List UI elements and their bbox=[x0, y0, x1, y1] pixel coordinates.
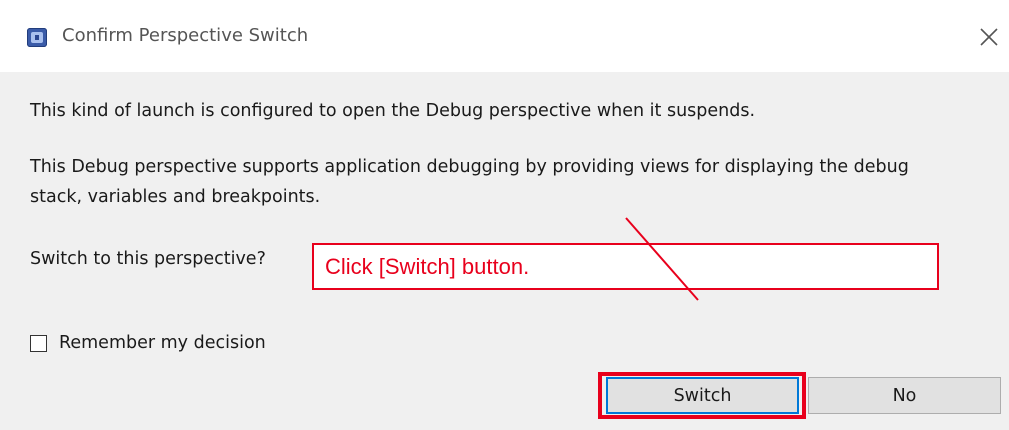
remember-decision-checkbox-row[interactable]: Remember my decision bbox=[30, 328, 266, 358]
instruction-callout: Click [Switch] button. bbox=[312, 243, 939, 290]
eclipse-app-icon bbox=[27, 28, 47, 47]
dialog-content: This kind of launch is configured to ope… bbox=[0, 72, 1009, 430]
dialog-title: Confirm Perspective Switch bbox=[62, 25, 309, 46]
close-button[interactable] bbox=[976, 24, 1002, 50]
message-perspective-description: This Debug perspective supports applicat… bbox=[30, 157, 909, 207]
remember-decision-checkbox[interactable] bbox=[30, 334, 47, 352]
switch-button-highlight bbox=[598, 372, 806, 419]
no-button[interactable]: No bbox=[808, 377, 1001, 414]
close-icon bbox=[980, 28, 998, 46]
message-switch-question: Switch to this perspective? bbox=[30, 249, 266, 269]
title-bar: Confirm Perspective Switch bbox=[0, 0, 1009, 72]
confirm-perspective-switch-dialog: Confirm Perspective Switch This kind of … bbox=[0, 0, 1009, 430]
instruction-callout-text: Click [Switch] button. bbox=[325, 253, 530, 279]
remember-decision-label: Remember my decision bbox=[59, 333, 266, 353]
message-launch-config: This kind of launch is configured to ope… bbox=[30, 101, 756, 121]
